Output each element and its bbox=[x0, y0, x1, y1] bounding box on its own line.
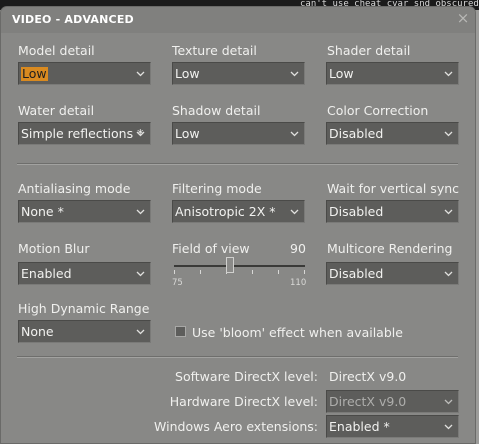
close-icon[interactable]: × bbox=[456, 11, 470, 26]
multicore-label: Multicore Rendering bbox=[327, 241, 453, 256]
chevron-down-icon bbox=[136, 329, 145, 335]
vsync-label: Wait for vertical sync bbox=[327, 181, 460, 196]
texture-detail-value: Low bbox=[175, 66, 200, 81]
hdr-label: High Dynamic Range bbox=[18, 301, 150, 316]
color-correction-value: Disabled bbox=[329, 126, 384, 141]
multicore-dropdown[interactable]: Disabled bbox=[326, 262, 459, 285]
slider-tick bbox=[304, 270, 305, 274]
antialiasing-mode-dropdown[interactable]: None * bbox=[18, 200, 151, 223]
aero-extensions-dropdown[interactable]: Enabled * bbox=[326, 415, 459, 438]
chevron-down-icon bbox=[136, 271, 145, 277]
filtering-mode-label: Filtering mode bbox=[172, 181, 262, 196]
water-detail-label: Water detail bbox=[18, 103, 95, 118]
chevron-down-icon bbox=[290, 209, 299, 215]
shader-detail-label: Shader detail bbox=[327, 43, 411, 58]
software-directx-value: DirectX v9.0 bbox=[329, 369, 407, 384]
model-detail-label: Model detail bbox=[18, 43, 95, 58]
texture-detail-dropdown[interactable]: Low bbox=[172, 62, 305, 85]
water-detail-dropdown[interactable]: Simple reflections * bbox=[18, 122, 151, 145]
hdr-value: None bbox=[21, 324, 54, 339]
bloom-label: Use 'bloom' effect when available bbox=[192, 325, 403, 340]
chevron-down-icon bbox=[136, 71, 145, 77]
hardware-directx-dropdown[interactable]: DirectX v9.0 bbox=[326, 390, 459, 413]
antialiasing-mode-label: Antialiasing mode bbox=[18, 181, 131, 196]
chevron-down-icon bbox=[444, 424, 453, 430]
multicore-value: Disabled bbox=[329, 266, 384, 281]
motion-blur-label: Motion Blur bbox=[18, 241, 90, 256]
vsync-dropdown[interactable]: Disabled bbox=[326, 200, 459, 223]
hdr-dropdown[interactable]: None bbox=[18, 320, 151, 343]
filtering-mode-dropdown[interactable]: Anisotropic 2X * bbox=[172, 200, 305, 223]
shadow-detail-value: Low bbox=[175, 126, 200, 141]
field-of-view-slider-thumb[interactable] bbox=[226, 257, 234, 273]
slider-tick bbox=[200, 270, 201, 274]
bloom-checkbox[interactable] bbox=[175, 326, 186, 337]
section-divider bbox=[17, 356, 458, 358]
chevron-down-icon bbox=[444, 399, 453, 405]
chevron-down-icon bbox=[444, 271, 453, 277]
aero-extensions-value: Enabled * bbox=[329, 419, 390, 434]
model-detail-value: Low bbox=[21, 66, 48, 81]
field-of-view-label: Field of view bbox=[172, 241, 250, 256]
dialog-title: VIDEO - ADVANCED bbox=[12, 13, 134, 26]
water-detail-value: Simple reflections * bbox=[21, 126, 144, 141]
vsync-value: Disabled bbox=[329, 204, 384, 219]
slider-tick bbox=[278, 270, 279, 274]
chevron-down-icon bbox=[444, 131, 453, 137]
field-of-view-slider-track[interactable] bbox=[174, 265, 305, 267]
software-directx-label: Software DirectX level: bbox=[175, 369, 318, 384]
slider-tick bbox=[252, 270, 253, 274]
filtering-mode-value: Anisotropic 2X * bbox=[175, 204, 276, 219]
field-of-view-value: 90 bbox=[290, 241, 306, 256]
aero-extensions-label: Windows Aero extensions: bbox=[154, 419, 318, 434]
motion-blur-dropdown[interactable]: Enabled bbox=[18, 262, 151, 285]
chevron-down-icon bbox=[136, 209, 145, 215]
shadow-detail-label: Shadow detail bbox=[172, 103, 261, 118]
motion-blur-value: Enabled bbox=[21, 266, 72, 281]
shadow-detail-dropdown[interactable]: Low bbox=[172, 122, 305, 145]
title-bar[interactable]: VIDEO - ADVANCED × bbox=[1, 7, 475, 33]
chevron-down-icon bbox=[444, 71, 453, 77]
texture-detail-label: Texture detail bbox=[172, 43, 257, 58]
color-correction-label: Color Correction bbox=[327, 103, 429, 118]
shader-detail-value: Low bbox=[329, 66, 354, 81]
chevron-down-icon bbox=[290, 131, 299, 137]
section-divider bbox=[17, 163, 458, 165]
field-of-view-max-label: 110 bbox=[290, 278, 307, 288]
hardware-directx-label: Hardware DirectX level: bbox=[169, 394, 318, 409]
model-detail-dropdown[interactable]: Low bbox=[18, 62, 151, 85]
antialiasing-mode-value: None * bbox=[21, 204, 64, 219]
slider-tick bbox=[174, 270, 175, 274]
shader-detail-dropdown[interactable]: Low bbox=[326, 62, 459, 85]
hardware-directx-value: DirectX v9.0 bbox=[329, 394, 407, 409]
chevron-down-icon bbox=[290, 71, 299, 77]
chevron-down-icon bbox=[136, 131, 145, 137]
field-of-view-min-label: 75 bbox=[172, 278, 183, 288]
color-correction-dropdown[interactable]: Disabled bbox=[326, 122, 459, 145]
chevron-down-icon bbox=[444, 209, 453, 215]
